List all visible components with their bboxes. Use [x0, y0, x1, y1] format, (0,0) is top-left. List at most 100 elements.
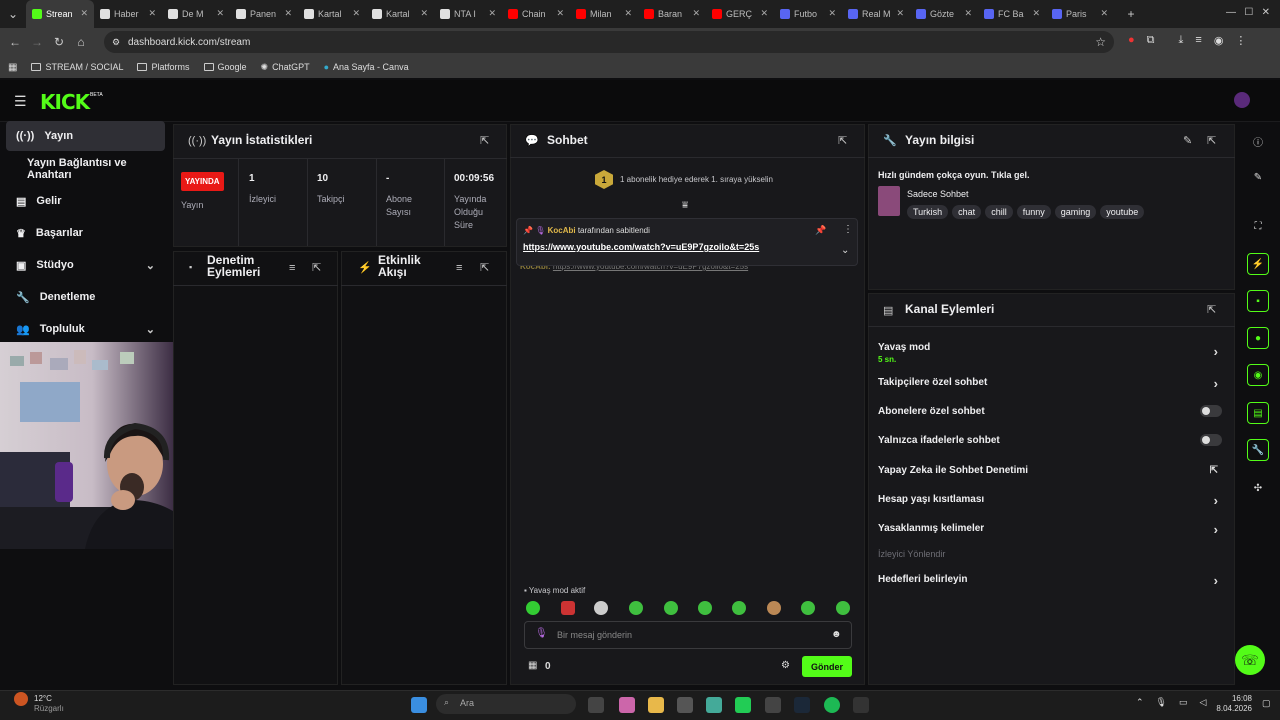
start-icon[interactable] [411, 697, 427, 713]
kick-logo[interactable]: KICK [40, 90, 90, 114]
tag[interactable]: chat [952, 205, 982, 219]
emote-icon[interactable] [767, 601, 781, 615]
browser-tab[interactable]: Paris ✕ [1046, 0, 1114, 28]
close-tab-icon[interactable]: ✕ [828, 8, 836, 19]
new-tab-icon[interactable]: + [1120, 7, 1142, 21]
tab-list-icon[interactable]: ⌄ [0, 7, 26, 21]
emote-icon[interactable] [629, 601, 643, 615]
hamburger-menu-icon[interactable]: ☰ [14, 93, 27, 110]
close-tab-icon[interactable]: ✕ [964, 8, 972, 19]
wrench-icon[interactable]: 🔧 [1247, 439, 1269, 461]
system-tray[interactable]: ⌃ 🎙 ▭ ◁ [1136, 697, 1206, 708]
tag[interactable]: gaming [1054, 205, 1097, 219]
extensions-icon[interactable]: ⧉ [1147, 34, 1155, 47]
bookmark-google[interactable]: Google [203, 62, 247, 72]
hammer-icon[interactable]: ▪ [1247, 290, 1269, 312]
emotes-only-toggle[interactable] [1200, 434, 1222, 446]
emote-icon[interactable] [526, 601, 540, 615]
browser-tab[interactable]: Baran ✕ [638, 0, 706, 28]
bookmark-chatgpt[interactable]: ✺ ChatGPT [261, 62, 310, 73]
send-button[interactable]: Gönder [802, 656, 852, 677]
chat-filter-icon[interactable]: ⩸ [682, 200, 688, 211]
whatsapp-icon[interactable] [735, 697, 751, 713]
media-icon[interactable]: ≡ [1195, 34, 1201, 47]
download-icon[interactable]: ⤓ [1179, 34, 1184, 47]
ai-moderation-row[interactable]: Yapay Zeka ile Sohbet Denetimi ⇱ [878, 465, 1228, 476]
user-avatar[interactable] [1234, 92, 1250, 108]
chat-bubble-icon[interactable]: ● [1247, 327, 1269, 349]
copilot-icon[interactable] [619, 697, 635, 713]
sidebar-item-stream[interactable]: ((·)) Yayın [6, 121, 165, 151]
popout-icon[interactable]: ⇱ [1207, 303, 1216, 316]
reload-icon[interactable]: ↻ [48, 35, 70, 49]
close-tab-icon[interactable]: ✕ [1100, 8, 1108, 19]
slow-mode-row[interactable]: Yavaş mod 5 sn. › [878, 342, 1228, 364]
window-controls[interactable]: — ☐ ✕ [1226, 7, 1270, 18]
layout-icon[interactable]: ✣ [1247, 477, 1269, 499]
browser-tab[interactable]: Milan ✕ [570, 0, 638, 28]
browser-tab[interactable]: Strean ✕ [26, 0, 94, 28]
more-options-icon[interactable]: ⋮ [843, 224, 853, 235]
followers-only-row[interactable]: Takipçilere özel sohbet › [878, 376, 1228, 391]
browser-tab[interactable]: Kartal ✕ [298, 0, 366, 28]
obs-icon[interactable] [765, 697, 781, 713]
browser-tab[interactable]: De M ✕ [162, 0, 230, 28]
steam-icon[interactable] [794, 697, 810, 713]
tag[interactable]: youtube [1100, 205, 1145, 219]
tag[interactable]: funny [1016, 205, 1051, 219]
close-tab-icon[interactable]: ✕ [624, 8, 632, 19]
emote-icon[interactable] [594, 601, 608, 615]
emote-icon[interactable] [732, 601, 746, 615]
banned-words-row[interactable]: Yasaklanmış kelimeler › [878, 522, 1228, 537]
channel-actions-icon[interactable]: ▤ [1247, 402, 1269, 424]
tag[interactable]: Turkish [907, 205, 949, 219]
chevron-down-icon[interactable]: ⌄ [841, 245, 849, 256]
close-tab-icon[interactable]: ✕ [896, 8, 904, 19]
broadcast-icon[interactable]: ◉ [1247, 364, 1269, 386]
browser-tab[interactable]: Haber ✕ [94, 0, 162, 28]
browser-tab[interactable]: FC Ba ✕ [978, 0, 1046, 28]
taskbar-search[interactable]: ⌕ Ara [436, 694, 576, 714]
support-icon[interactable]: ☏ [1235, 645, 1265, 675]
bookmark-canva[interactable]: ● Ana Sayfa - Canva [324, 62, 409, 72]
emote-icon[interactable] [836, 601, 850, 615]
chrome-icon[interactable] [706, 697, 722, 713]
category-name[interactable]: Sadece Sohbet [907, 189, 969, 199]
emote-icon[interactable] [664, 601, 678, 615]
weather-widget[interactable]: 12°C Rüzgarlı [34, 694, 64, 714]
account-age-row[interactable]: Hesap yaşı kısıtlaması › [878, 493, 1228, 508]
bookmark-star-icon[interactable]: ☆ [1095, 35, 1106, 49]
menu-icon[interactable]: ⋮ [1235, 34, 1246, 47]
notifications-icon[interactable]: ▢ [1262, 698, 1271, 709]
browser-tab[interactable]: GERÇ ✕ [706, 0, 774, 28]
forward-icon[interactable]: → [26, 35, 48, 49]
browser-tab[interactable]: Real M ✕ [842, 0, 910, 28]
close-tab-icon[interactable]: ✕ [148, 8, 156, 19]
close-tab-icon[interactable]: ✕ [216, 8, 224, 19]
close-tab-icon[interactable]: ✕ [80, 8, 88, 19]
info-icon[interactable]: ⓘ [1247, 130, 1269, 152]
popout-icon[interactable]: ⇱ [312, 261, 321, 274]
sidebar-item-moderation[interactable]: 🔧 Denetleme [6, 282, 165, 312]
edit-pencil-icon[interactable]: ✎ [1183, 134, 1192, 147]
close-tab-icon[interactable]: ✕ [692, 8, 700, 19]
network-icon[interactable]: ▭ [1179, 697, 1188, 708]
points-icon[interactable]: ▦ [528, 660, 537, 671]
close-tab-icon[interactable]: ✕ [556, 8, 564, 19]
sidebar-item-achievements[interactable]: ♛ Başarılar [6, 218, 165, 248]
filter-icon[interactable]: ≡ [456, 262, 462, 274]
sidebar-item-studio[interactable]: ▣ Stüdyo ⌄ [6, 250, 165, 280]
mic-icon[interactable]: 🎙 [535, 628, 548, 639]
back-icon[interactable]: ← [4, 35, 26, 49]
sidebar-item-community[interactable]: 👥 Topluluk ⌄ [6, 314, 165, 344]
close-tab-icon[interactable]: ✕ [1032, 8, 1040, 19]
site-info-icon[interactable]: ⚙ [112, 37, 120, 48]
fullscreen-icon[interactable]: ⛶ [1247, 215, 1269, 237]
close-tab-icon[interactable]: ✕ [760, 8, 768, 19]
taskbar-clock[interactable]: 16:08 8.04.2026 [1212, 694, 1252, 714]
file-explorer-icon[interactable] [648, 697, 664, 713]
volume-icon[interactable]: ◁ [1200, 697, 1207, 708]
edit-pencil-icon[interactable]: ✎ [1247, 166, 1269, 188]
unpin-icon[interactable]: 📌 [815, 225, 826, 236]
subs-only-toggle[interactable] [1200, 405, 1222, 417]
